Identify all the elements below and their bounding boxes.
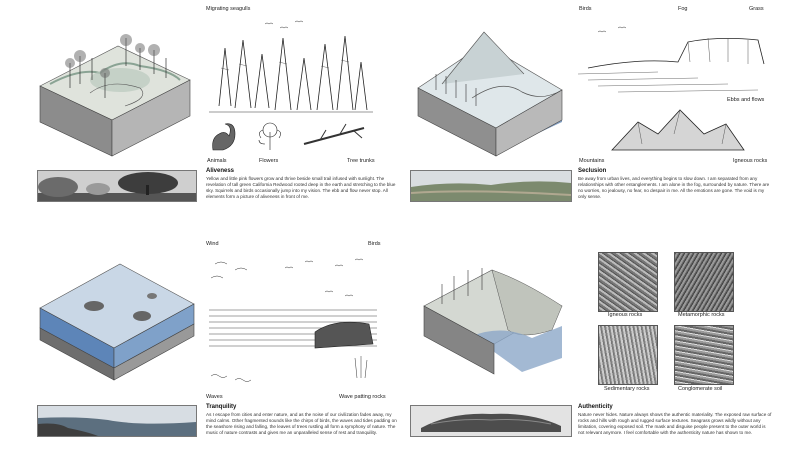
- mountain-terrain-block: [417, 31, 563, 157]
- label-ebbs-and-flows: Ebbs and flows: [727, 97, 765, 103]
- label-birds-2: Birds: [368, 241, 381, 247]
- igneous-rock-swatch: [598, 252, 658, 312]
- waves-sketch: [209, 258, 377, 382]
- label-migrating-seagulls: Migrating seagulls: [206, 6, 251, 12]
- label-rock-conglomerate: Conglomerate soil: [678, 386, 723, 392]
- conglomerate-soil-swatch: [674, 325, 734, 385]
- redwood-sketch: [209, 20, 373, 113]
- title-authenticity: Authenticity: [578, 404, 613, 410]
- title-aliveness: Aliveness: [206, 168, 235, 174]
- label-wind: Wind: [206, 241, 219, 247]
- label-fog: Fog: [678, 6, 688, 12]
- tree-trunk-sketch: [303, 123, 365, 145]
- cliff-terrain-block: [423, 268, 563, 375]
- text-tranquility: As I escape from cities and enter nature…: [206, 412, 397, 435]
- water-terrain-block: [39, 263, 195, 381]
- label-wave-patting-rocks: Wave patting rocks: [339, 394, 386, 400]
- label-rock-sedimentary: Sedimentary rocks: [604, 386, 650, 392]
- label-rock-metamorphic: Metamorphic rocks: [678, 312, 725, 318]
- flower-sketch: [258, 122, 281, 150]
- aliveness-photo: [37, 170, 197, 202]
- label-tree-trunks: Tree trunks: [347, 158, 375, 164]
- label-birds: Birds: [579, 6, 592, 12]
- title-seclusion: Seclusion: [578, 168, 607, 174]
- mountain-sketch: [611, 109, 745, 151]
- metamorphic-rock-swatch: [674, 252, 734, 312]
- forest-terrain-block: [39, 34, 191, 157]
- sedimentary-rock-swatch: [598, 325, 658, 385]
- label-igneous-rocks: Igneous rocks: [733, 158, 768, 164]
- label-rock-igneous: Igneous rocks: [608, 312, 643, 318]
- seclusion-photo: [410, 170, 572, 202]
- text-aliveness: Yellow and little pink flowers grow and …: [206, 176, 396, 199]
- label-grass: Grass: [749, 6, 764, 12]
- label-mountains: Mountains: [579, 158, 605, 164]
- tranquility-photo: [37, 405, 197, 437]
- text-authenticity: Nature never hides. Nature always shows …: [578, 412, 772, 435]
- squirrel-sketch: [212, 123, 236, 151]
- label-animals: Animals: [207, 158, 227, 164]
- title-tranquility: Tranquility: [206, 404, 237, 410]
- authenticity-photo: [410, 405, 572, 437]
- label-waves: Waves: [206, 394, 223, 400]
- cliff-sketch: [578, 26, 765, 93]
- text-seclusion: Be away from urban lives, and everything…: [578, 176, 770, 199]
- label-flowers: Flowers: [259, 158, 279, 164]
